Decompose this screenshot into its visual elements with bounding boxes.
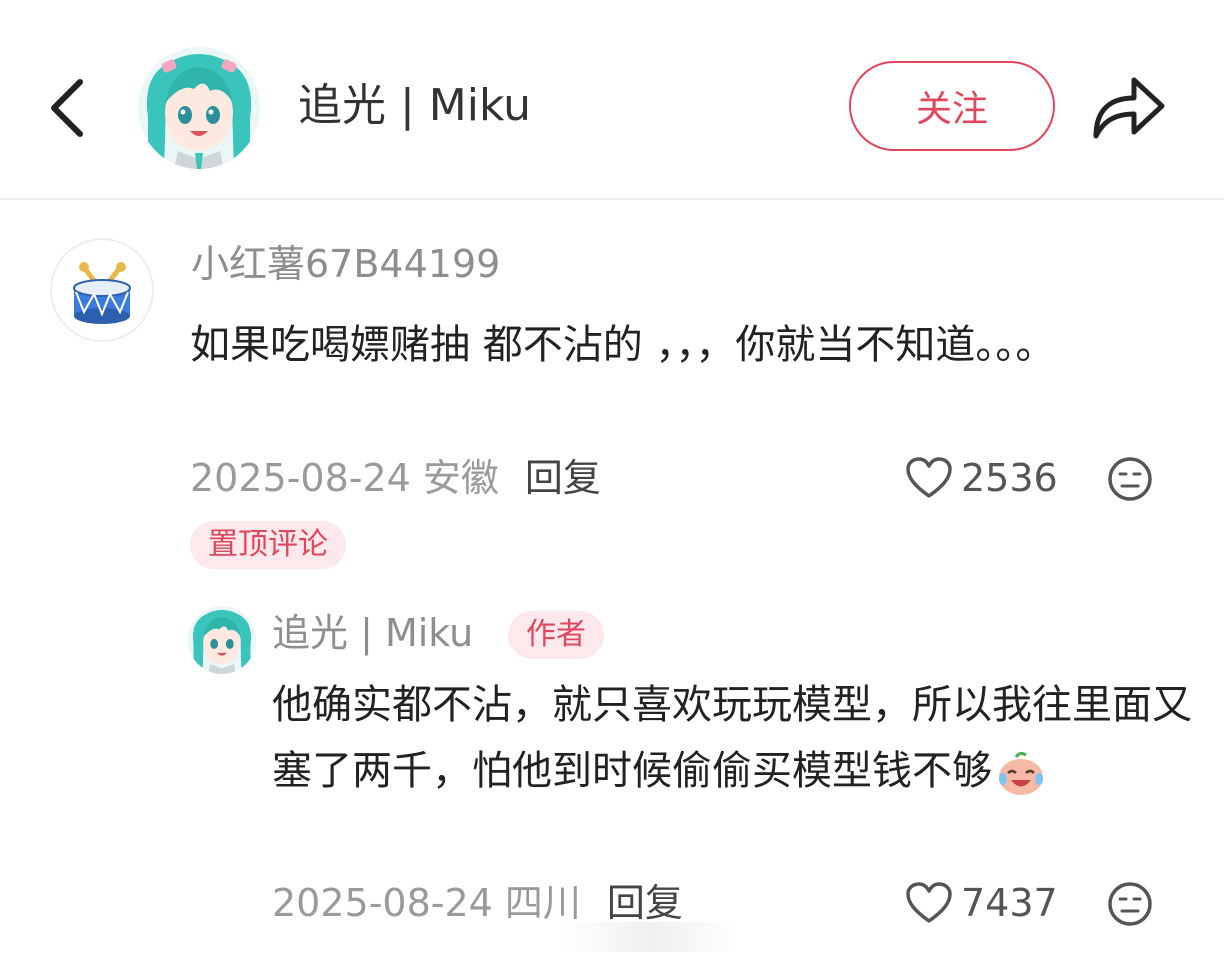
dislike-button[interactable] [1106,455,1154,503]
author-badge: 作者 [508,611,604,659]
reply-like-button[interactable]: 7437 [905,877,1058,929]
commenter-avatar[interactable] [50,238,154,342]
reply-button[interactable]: 回复 [525,456,601,500]
author-avatar[interactable] [138,47,260,169]
reply-button[interactable]: 回复 [607,881,683,925]
like-count: 2536 [961,456,1058,500]
back-button[interactable] [42,72,96,144]
drum-icon [73,262,131,324]
reply-text: 他确实都不沾，就只喜欢玩玩模型，所以我往里面又塞了两千，怕他到时候偷偷买模型钱不… [272,682,1192,794]
watermark-fade [560,922,740,952]
reply-like-count: 7437 [961,881,1058,925]
reply-dislike-button[interactable] [1106,880,1154,928]
miku-avatar-image [138,47,260,169]
header-divider [0,198,1224,200]
share-arrow-icon [1093,77,1165,139]
neutral-face-icon [1108,457,1152,501]
page-title: 追光 | Miku [298,80,531,131]
comment-text: 如果吃喝嫖赌抽 都不沾的 ，，，你就当不知道。。。 [190,322,1056,368]
pinned-comment-badge: 置顶评论 [190,521,346,569]
chevron-left-icon [51,79,83,137]
reply-username[interactable]: 追光 | Miku [272,607,473,659]
miku-avatar-image [188,606,256,674]
crying-laughing-peach-emoji [994,749,1048,797]
commenter-username[interactable]: 小红薯67B44199 [191,238,500,290]
share-button[interactable] [1088,70,1168,144]
comment-meta: 2025-08-24 安徽 回复 [190,452,601,504]
comment-date-location: 2025-08-24 安徽 [190,456,499,500]
follow-button[interactable]: 关注 [849,61,1055,151]
like-button[interactable]: 2536 [905,452,1058,504]
reply-author-avatar[interactable] [188,606,256,674]
reply-text-container: 他确实都不沾，就只喜欢玩玩模型，所以我往里面又塞了两千，怕他到时候偷偷买模型钱不… [272,672,1192,804]
heart-outline-icon [906,882,952,923]
heart-outline-icon [906,457,952,498]
neutral-face-icon [1108,882,1152,926]
reply-date-location: 2025-08-24 四川 [272,881,581,925]
